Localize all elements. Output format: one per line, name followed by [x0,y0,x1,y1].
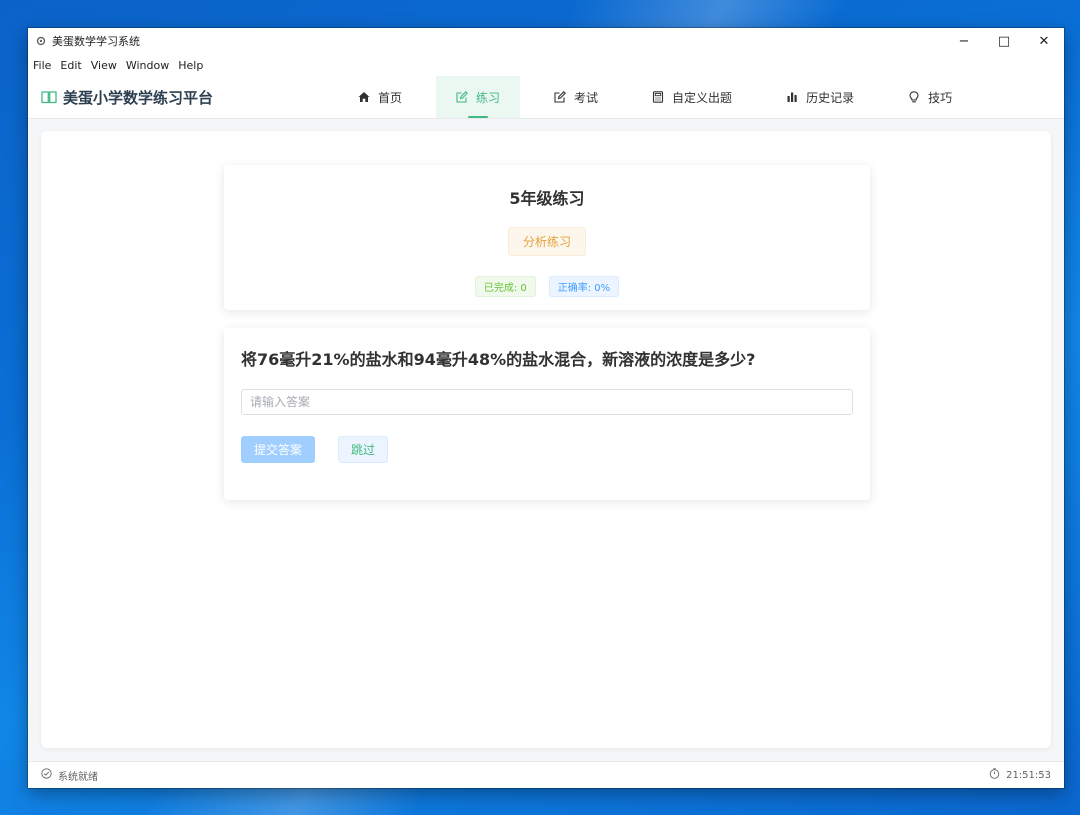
completed-count-badge: 已完成: 0 [474,276,536,297]
status-time: 21:51:53 [1006,769,1051,781]
status-bar: 系统就绪 21:51:53 [28,761,1064,788]
skip-button[interactable]: 跳过 [338,436,388,463]
tab-exam[interactable]: 考试 [534,76,618,118]
main-content: 5年级练习 分析练习 已完成: 0 正确率: 0% 将76毫升21%的盐水和94… [41,131,1051,748]
edit-icon [456,91,468,103]
tab-exam-label: 考试 [574,90,599,105]
nav-tabs: 首页 练习 考试 自定义出题 历史记录 技巧 [338,76,986,118]
tab-tips-label: 技巧 [928,90,953,105]
tab-practice-label: 练习 [476,90,501,105]
edit-icon [554,91,567,103]
tab-history[interactable]: 历史记录 [766,76,874,118]
maximize-button[interactable]: □ [984,28,1024,54]
tab-tips[interactable]: 技巧 [888,76,972,118]
top-navbar: 美蛋小学数学练习平台 首页 练习 考试 自定义出题 历史记录 技巧 [28,76,1064,119]
tab-home[interactable]: 首页 [338,76,422,118]
close-button[interactable]: ✕ [1024,28,1064,54]
analyze-practice-button[interactable]: 分析练习 [507,227,586,256]
app-window: 美蛋数学学习系统 − □ ✕ File Edit View Window Hel… [28,28,1064,788]
bar-chart-icon [786,91,798,103]
calculator-icon [652,91,664,103]
question-text: 将76毫升21%的盐水和94毫升48%的盐水混合，新溶液的浓度是多少? [241,350,756,369]
question-card: 将76毫升21%的盐水和94毫升48%的盐水混合，新溶液的浓度是多少? 提交答案… [224,328,870,500]
active-tab-indicator [468,116,489,118]
tab-custom-questions-label: 自定义出题 [672,90,733,105]
stats-tags: 已完成: 0 正确率: 0% [224,276,870,297]
tab-history-label: 历史记录 [806,90,855,105]
tab-custom-questions[interactable]: 自定义出题 [632,76,752,118]
home-icon [358,91,370,103]
menu-help[interactable]: Help [178,59,203,72]
check-circle-icon [41,768,58,782]
brand-name: 美蛋小学数学练习平台 [63,88,214,107]
app-icon [36,36,46,46]
menu-file[interactable]: File [33,59,51,72]
book-icon [41,90,57,104]
tab-home-label: 首页 [378,90,403,105]
minimize-button[interactable]: − [944,28,984,54]
accuracy-badge: 正确率: 0% [548,276,620,297]
tab-practice[interactable]: 练习 [436,76,521,118]
menu-window[interactable]: Window [126,59,169,72]
answer-input[interactable] [241,389,853,415]
title-bar: 美蛋数学学习系统 − □ ✕ [28,28,1064,54]
submit-answer-button[interactable]: 提交答案 [241,436,315,463]
exercise-title: 5年级练习 [509,189,585,208]
brand[interactable]: 美蛋小学数学练习平台 [41,76,213,118]
menu-view[interactable]: View [91,59,117,72]
exercise-info-card: 5年级练习 分析练习 已完成: 0 正确率: 0% [224,165,870,310]
clock-icon [989,768,1006,782]
menu-edit[interactable]: Edit [60,59,81,72]
menu-bar: File Edit View Window Help [28,54,1064,76]
lightbulb-icon [908,91,920,103]
window-title: 美蛋数学学习系统 [52,35,140,48]
status-text: 系统就绪 [58,771,98,783]
